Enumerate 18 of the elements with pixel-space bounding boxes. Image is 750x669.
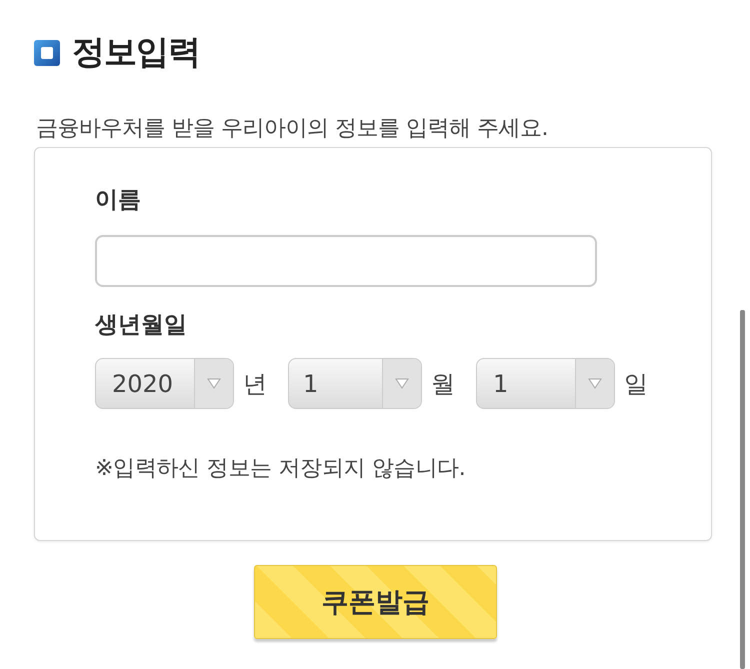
issue-coupon-button[interactable]: 쿠폰발급 bbox=[254, 565, 497, 639]
dropdown-arrow-icon bbox=[588, 378, 602, 389]
date-select[interactable]: 1 bbox=[476, 358, 615, 409]
square-bullet-icon bbox=[34, 40, 60, 66]
notice-text: ※입력하신 정보는 저장되지 않습니다. bbox=[95, 455, 466, 483]
section-title: 정보입력 bbox=[72, 31, 200, 73]
dropdown-arrow-icon bbox=[395, 378, 409, 389]
instruction-text: 금융바우처를 받을 우리아이의 정보를 입력해 주세요. bbox=[36, 115, 549, 143]
unit-label: 월 bbox=[431, 368, 455, 400]
unit-label: 일 bbox=[624, 368, 648, 400]
date-select[interactable]: 1 bbox=[288, 358, 422, 409]
date-select[interactable]: 2020 bbox=[95, 358, 234, 409]
field-label: 생년월일 bbox=[95, 311, 188, 340]
unit-label: 년 bbox=[243, 368, 267, 400]
name-input[interactable] bbox=[95, 235, 597, 287]
field-label: 이름 bbox=[95, 186, 142, 215]
scrollbar[interactable] bbox=[740, 310, 745, 669]
dropdown-arrow-icon bbox=[207, 378, 221, 389]
